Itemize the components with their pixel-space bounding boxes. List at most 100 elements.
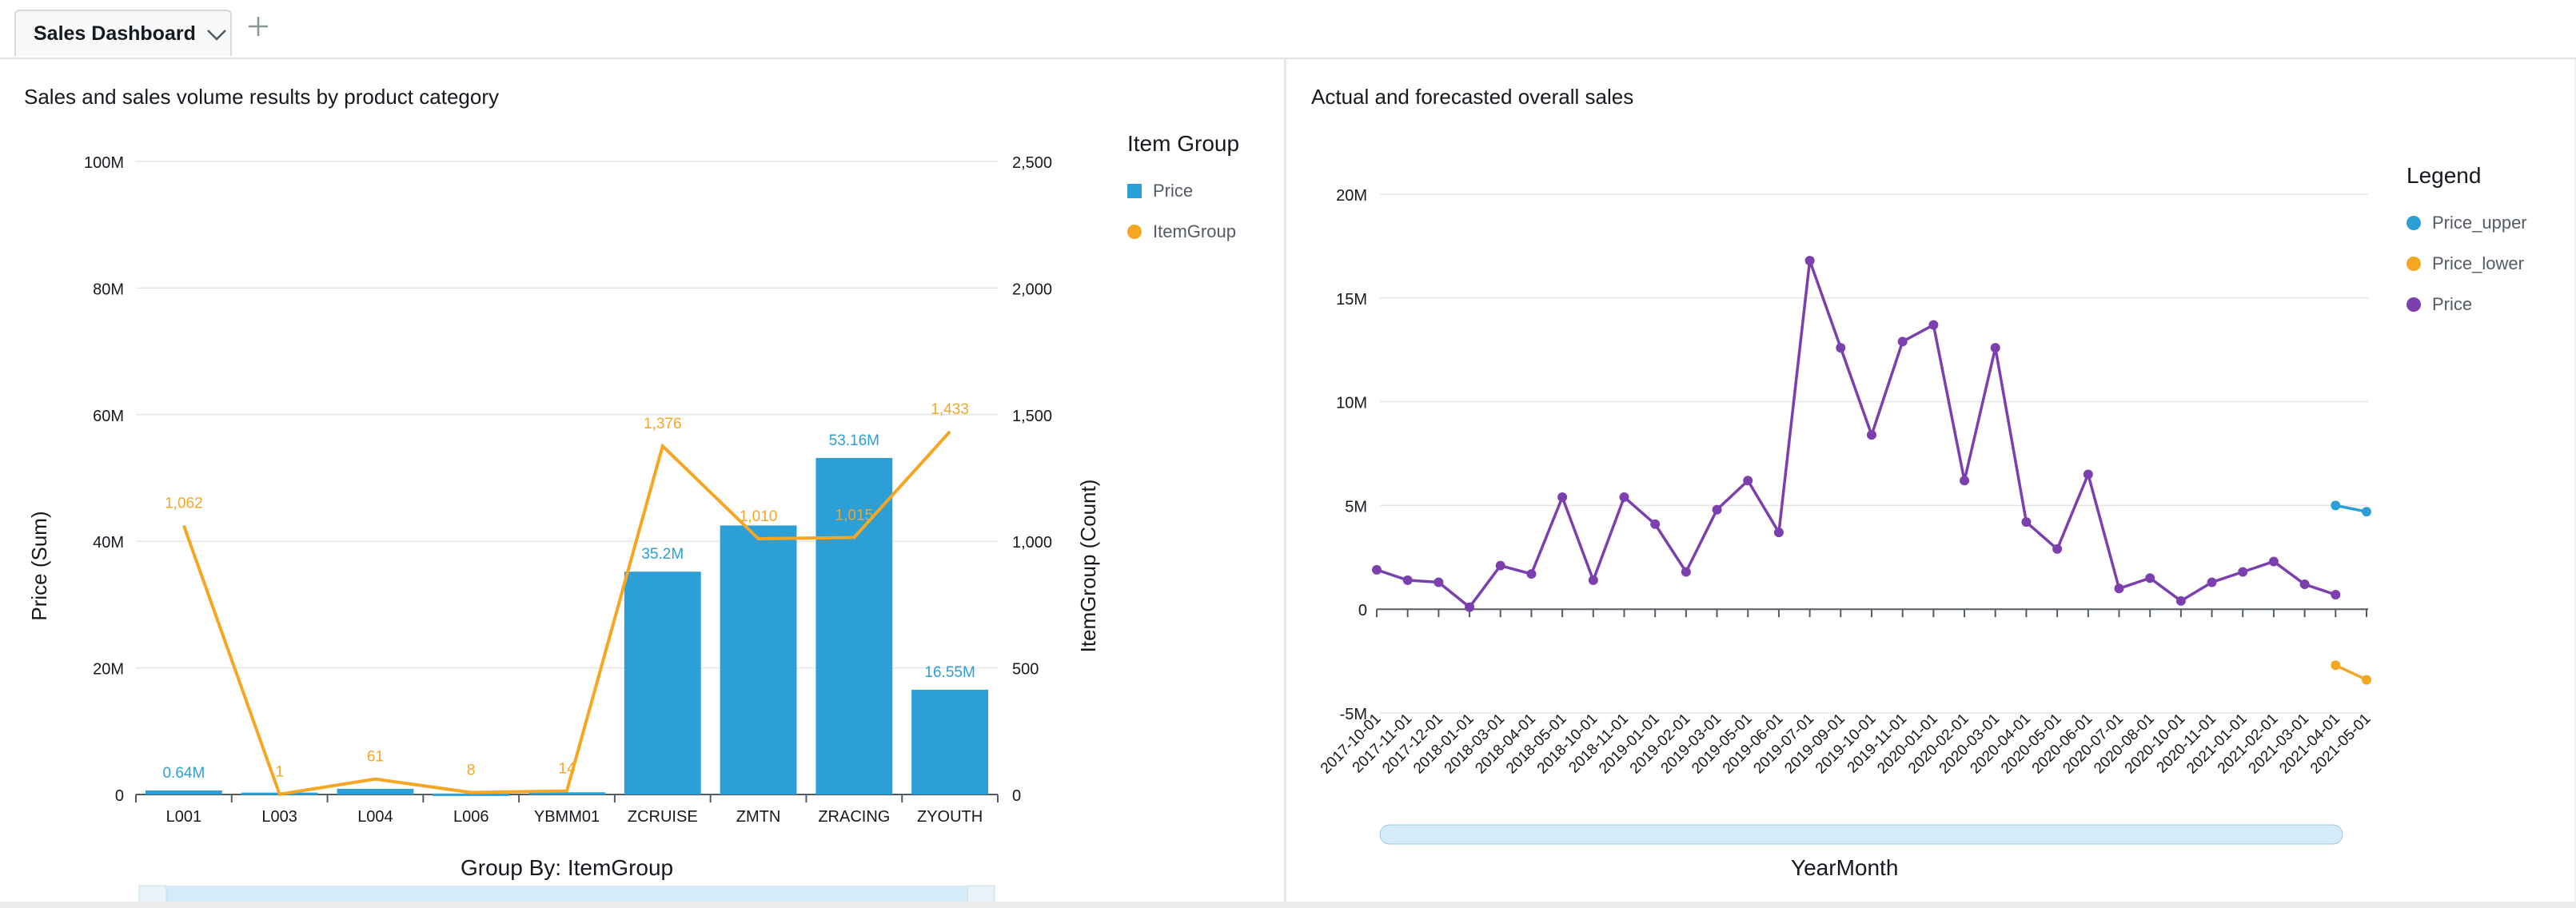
price-point <box>1681 567 1691 577</box>
price-point <box>2207 577 2217 587</box>
price-point <box>1619 492 1629 503</box>
legend-label: Price <box>1153 181 1194 201</box>
legend-swatch <box>1127 184 1142 198</box>
y-tick-label: 15M <box>1336 291 1367 309</box>
line-data-label: 1,062 <box>165 496 203 512</box>
price-point <box>1434 577 1444 587</box>
y-tick-label: 20M <box>93 661 124 679</box>
grid-lines <box>1380 193 2368 714</box>
legend-swatch <box>2407 297 2421 312</box>
legend-title: Legend <box>2407 163 2482 188</box>
price-point <box>2238 567 2248 577</box>
price-point <box>1804 256 1815 266</box>
plus-icon[interactable] <box>245 13 272 40</box>
line-data-label: 1,010 <box>740 508 778 525</box>
price-point <box>1773 528 1784 538</box>
price-point <box>2268 556 2279 567</box>
x-tick-label: L004 <box>357 808 393 826</box>
y-tick-label: 0 <box>115 787 124 805</box>
horizontal-scrollbar[interactable] <box>1379 824 2343 845</box>
price-point <box>1960 476 1970 486</box>
legend-title: Item Group <box>1127 131 1240 156</box>
line-data-label: 1,433 <box>931 401 969 418</box>
legend-item-price-upper[interactable]: Price_upper <box>2407 213 2527 233</box>
scrollbar-handle-right[interactable] <box>967 885 995 902</box>
y2-tick-label: 2,000 <box>1012 281 1052 298</box>
line-data-label: 1 <box>275 764 284 781</box>
forecast-line-chart: -5M05M10M15M20M2017-10-012017-11-012017-… <box>1318 187 2375 845</box>
price-point <box>2083 469 2093 480</box>
price-lower-point <box>2362 675 2371 685</box>
price-point <box>1650 519 1661 529</box>
tab-label: Sales Dashboard <box>34 22 196 45</box>
bar-data-label: 16.55M <box>924 664 975 681</box>
price-point <box>1588 575 1598 585</box>
page-bottom-strip <box>0 902 2576 908</box>
price-point <box>1928 320 1939 330</box>
bar-data-label: 35.2M <box>641 546 684 563</box>
bar-data-label: 53.16M <box>829 432 879 449</box>
legend-item-price[interactable]: Price <box>2407 294 2472 315</box>
price-point <box>1990 343 2000 353</box>
price-upper-point <box>2362 507 2371 517</box>
x-tick-label: L006 <box>453 808 489 826</box>
price-point <box>1712 504 1722 515</box>
legend-swatch <box>2407 257 2421 271</box>
x-tick-label: ZMTN <box>736 808 781 826</box>
y2-tick-label: 1,500 <box>1012 408 1052 425</box>
price-point <box>1465 602 1475 612</box>
bar <box>624 571 701 794</box>
price-point <box>2052 544 2063 554</box>
y-tick-label: 10M <box>1336 395 1367 412</box>
x-tick-label: L001 <box>166 808 202 826</box>
bar <box>337 788 414 794</box>
price-upper-point <box>2331 500 2341 511</box>
combo-chart-visual[interactable]: Sales and sales volume results by produc… <box>0 59 1286 902</box>
legend-swatch <box>2407 216 2421 230</box>
price-point <box>1402 575 1413 585</box>
x-tick-label: L003 <box>261 808 297 826</box>
legend-label: Price <box>2432 294 2473 314</box>
bar <box>145 790 222 794</box>
axis-ticks: 0 0 20M 500 40M 1,000 60M 1,500 80M 2,000 100M 2,50… <box>84 154 1052 826</box>
y-tick-label: 60M <box>93 408 124 425</box>
price-point <box>1495 560 1505 571</box>
y-tick-label: 5M <box>1345 498 1367 516</box>
price-point <box>1372 564 1382 575</box>
chevron-down-icon[interactable] <box>205 24 229 45</box>
x-tick-label: ZYOUTH <box>917 808 983 826</box>
horizontal-scrollbar[interactable] <box>139 886 995 902</box>
scrollbar-handle-left[interactable] <box>138 885 167 902</box>
price-point <box>1867 430 1876 440</box>
price-line <box>1376 260 2336 610</box>
price-point <box>1743 476 1753 486</box>
bar <box>720 525 797 794</box>
x-tick-label: YBMM01 <box>534 808 600 826</box>
bar-data-label: 0.64M <box>162 765 205 782</box>
price-point <box>2114 583 2124 594</box>
line-data-label: 1,015 <box>835 507 874 524</box>
sheet-tab-bar: Sales Dashboard <box>0 0 2576 59</box>
y2-tick-label: 0 <box>1012 787 1021 805</box>
legend-item-itemgroup[interactable]: ItemGroup <box>1127 221 1236 242</box>
tab-sales-dashboard[interactable]: Sales Dashboard <box>14 10 232 56</box>
y-axis-label-left: Price (Sum) <box>27 511 51 620</box>
combo-chart: 0 0 20M 500 40M 1,000 60M 1,500 80M 2,000 100M 2,50… <box>27 154 1100 902</box>
forecast-line-visual[interactable]: Actual and forecasted overall sales -5M 0… <box>1287 59 2574 902</box>
price-lower-point <box>2331 660 2341 671</box>
price-point <box>2299 579 2310 590</box>
y-axis-label-right: ItemGroup (Count) <box>1076 480 1100 653</box>
legend-label: Price_lower <box>2432 253 2524 273</box>
line-data-label: 61 <box>367 749 384 766</box>
line-data-label: 14 <box>558 761 576 778</box>
y-tick-label: 20M <box>1336 187 1367 205</box>
legend-item-price-lower[interactable]: Price_lower <box>2407 253 2524 274</box>
bar <box>911 689 989 794</box>
price-point <box>1557 492 1568 503</box>
legend-item-price[interactable]: Price <box>1127 181 1193 201</box>
x-tick-label: ZCRUISE <box>628 808 698 826</box>
legend-label: Price_upper <box>2432 213 2527 233</box>
y-tick-label: 0 <box>1358 602 1367 619</box>
price-point <box>1836 343 1846 353</box>
y-tick-label: 100M <box>84 154 124 172</box>
